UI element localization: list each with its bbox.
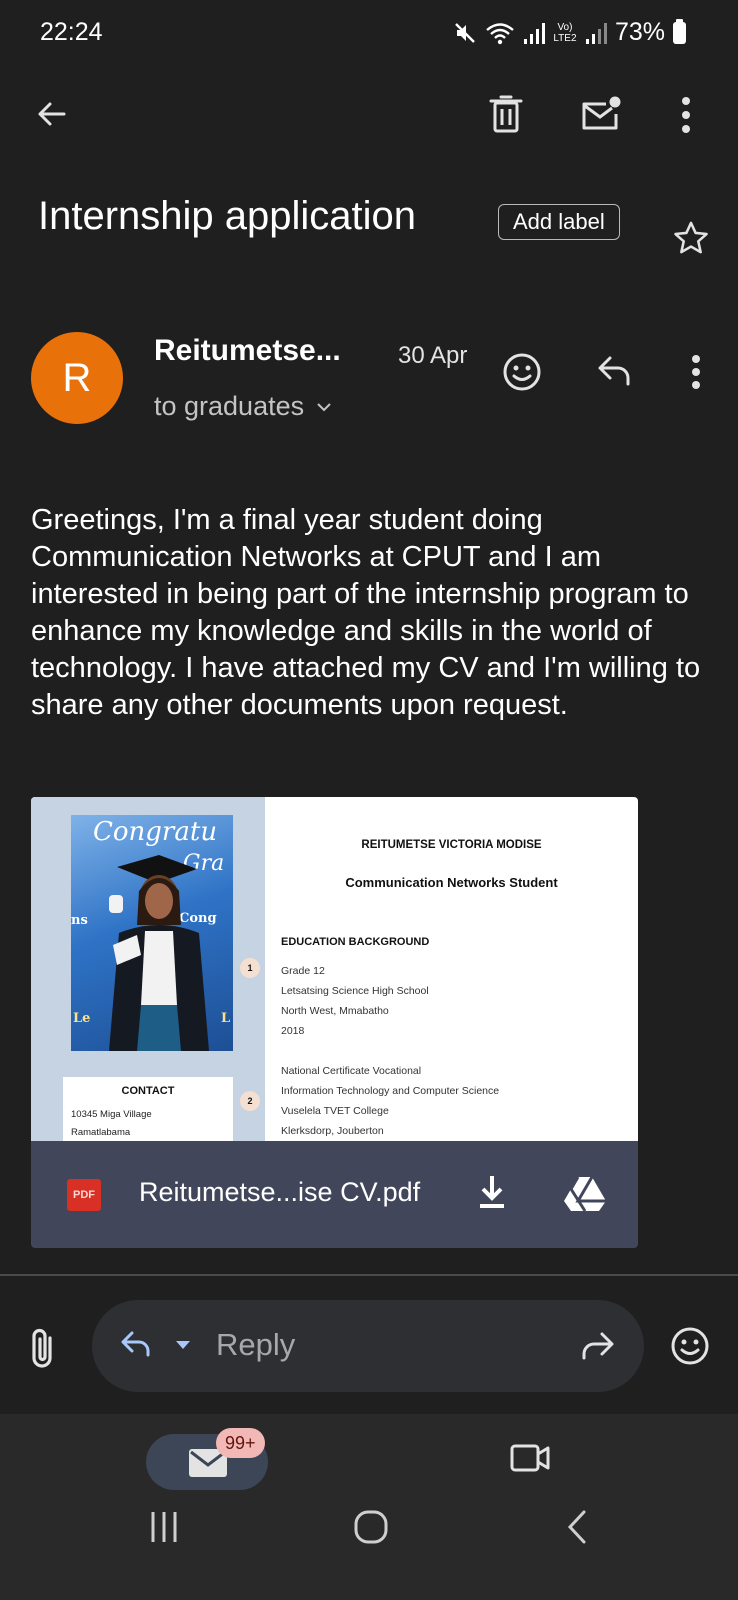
status-icons: Vo) LTE2 73%	[453, 18, 686, 47]
home-icon	[354, 1510, 388, 1544]
trash-icon	[489, 95, 523, 133]
network-label: Vo) LTE2	[553, 21, 577, 44]
sender-avatar[interactable]: R	[31, 332, 123, 424]
cv-contact-box: CONTACT 10345 Miga Village Ramatlabama	[63, 1077, 233, 1141]
arrow-left-icon	[38, 102, 66, 126]
cv-entry-line: Letsatsing Science High School	[281, 985, 429, 997]
reply-label: Reply	[216, 1327, 296, 1362]
cv-entry-line: Grade 12	[281, 965, 325, 977]
system-back-button[interactable]	[566, 1510, 588, 1544]
photo-text-1: Congratu	[93, 817, 218, 847]
message-more-button[interactable]	[690, 354, 702, 390]
chevron-down-icon	[317, 402, 331, 411]
wifi-icon	[486, 22, 514, 44]
forward-icon	[582, 1332, 614, 1360]
cv-entry-number: 1	[240, 958, 260, 978]
pdf-icon: PDF	[67, 1179, 101, 1211]
nav-meet-tab[interactable]	[510, 1442, 552, 1474]
mail-dot-icon	[582, 96, 621, 130]
recipients-label: to graduates	[154, 391, 305, 421]
recipients-toggle[interactable]: to graduates	[154, 391, 332, 422]
reply-icon	[598, 356, 630, 386]
download-button[interactable]	[477, 1173, 507, 1211]
unread-count-badge: 99+	[216, 1428, 265, 1458]
emoji-icon	[671, 1327, 709, 1365]
paperclip-icon	[32, 1328, 52, 1368]
reply-composer[interactable]: Reply	[92, 1300, 644, 1392]
signal-icon	[523, 22, 545, 44]
status-time: 22:24	[40, 18, 103, 46]
more-vert-icon	[692, 355, 700, 389]
attachment-preview[interactable]: Congratu Gra Cong ns Le L CONTACT 10345 …	[31, 797, 638, 1141]
attachment-filename[interactable]: Reitumetse...ise CV.pdf	[139, 1177, 420, 1208]
sender-name[interactable]: Reitumetse...	[154, 334, 341, 368]
recent-apps-button[interactable]	[148, 1510, 180, 1544]
divider	[0, 1274, 738, 1276]
add-reaction-button[interactable]	[502, 352, 542, 392]
photo-text-5: Le	[73, 1011, 91, 1026]
cv-section-heading: EDUCATION BACKGROUND	[281, 936, 430, 948]
star-button[interactable]	[672, 219, 710, 257]
graduate-figure	[109, 855, 209, 1051]
save-to-drive-button[interactable]	[563, 1175, 607, 1213]
emoji-icon	[503, 353, 541, 391]
battery-icon	[673, 18, 686, 44]
cv-role: Communication Networks Student	[345, 875, 558, 890]
drive-icon	[564, 1176, 606, 1212]
mark-unread-button[interactable]	[580, 96, 622, 132]
recents-icon	[151, 1512, 177, 1542]
cv-contact-title: CONTACT	[121, 1085, 175, 1097]
cv-entry-line: Information Technology and Computer Scie…	[281, 1085, 500, 1097]
attachment-bar[interactable]: PDF Reitumetse...ise CV.pdf	[31, 1141, 638, 1248]
photo-text-6: L	[221, 1011, 231, 1026]
back-button[interactable]	[34, 96, 70, 132]
bottom-nav: 99+	[0, 1414, 738, 1600]
reply-button[interactable]	[596, 354, 634, 388]
chevron-left-icon	[567, 1510, 586, 1544]
cv-entry-number: 2	[240, 1091, 260, 1111]
cv-entry-line: Vuselela TVET College	[281, 1105, 389, 1117]
add-label-button[interactable]: Add label	[498, 204, 620, 240]
cv-contact-line: Ramatlabama	[71, 1127, 131, 1138]
attach-button[interactable]	[28, 1326, 58, 1370]
home-button[interactable]	[354, 1510, 388, 1544]
cv-entry-line: National Certificate Vocational	[281, 1065, 422, 1077]
download-icon	[480, 1176, 504, 1208]
reply-type-selector[interactable]	[120, 1329, 194, 1363]
cv-entry-line: 2018	[281, 1025, 305, 1037]
forward-button[interactable]	[578, 1330, 616, 1362]
cv-contact-line: 10345 Miga Village	[71, 1109, 152, 1120]
delete-button[interactable]	[488, 94, 524, 134]
video-camera-icon	[510, 1444, 550, 1472]
reply-icon	[121, 1331, 190, 1357]
cv-name: REITUMETSE VICTORIA MODISE	[361, 839, 542, 851]
mute-icon	[455, 22, 475, 43]
cv-entry-line: Klerksdorp, Jouberton	[281, 1125, 384, 1137]
cv-entry-line: North West, Mmabatho	[281, 1005, 389, 1017]
email-subject: Internship application	[38, 194, 417, 238]
more-options-button[interactable]	[680, 96, 692, 134]
more-vert-icon	[682, 97, 690, 133]
photo-text-4: ns	[71, 913, 88, 928]
cv-photo: Congratu Gra Cong ns Le L	[71, 815, 233, 1051]
email-date: 30 Apr	[398, 342, 468, 369]
email-body: Greetings, I'm a final year student doin…	[31, 504, 701, 721]
star-icon	[674, 221, 708, 254]
signal-icon-2	[585, 22, 607, 44]
reaction-button[interactable]	[670, 1326, 710, 1366]
attachment-card[interactable]: Congratu Gra Cong ns Le L CONTACT 10345 …	[31, 797, 638, 1248]
battery-percent: 73%	[614, 18, 665, 46]
